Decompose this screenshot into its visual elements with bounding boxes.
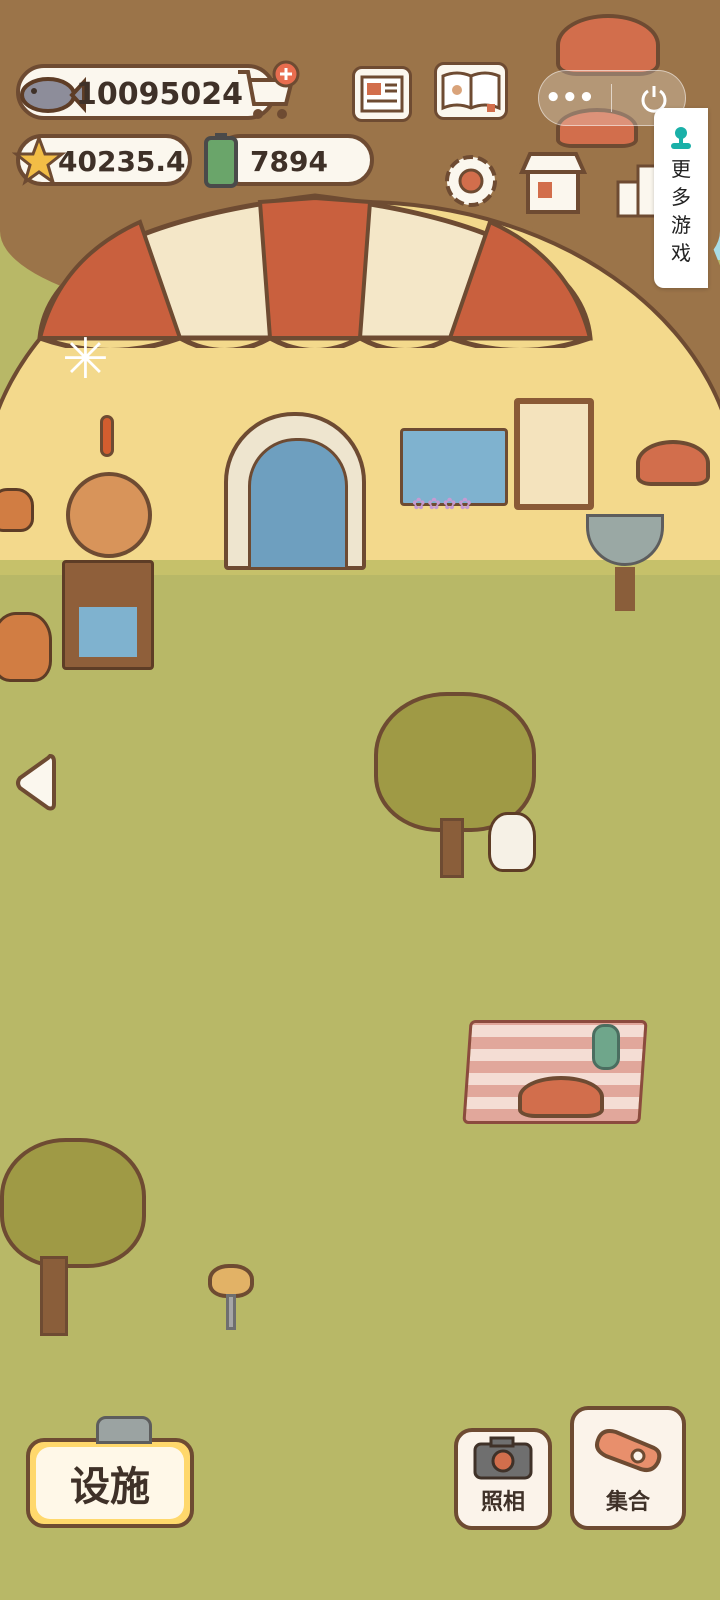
spider-web-icon: ✳ — [62, 327, 109, 392]
mushroom-decoration — [636, 440, 710, 486]
flower-vase-icon — [592, 1024, 620, 1070]
cooking-stand[interactable] — [62, 560, 154, 670]
orange-tree[interactable] — [0, 1138, 150, 1338]
house-door[interactable] — [224, 412, 366, 570]
more-games-tab[interactable]: 更 多 游 戏 — [654, 108, 708, 288]
whistle-icon — [592, 1422, 664, 1478]
more-games-char: 游 — [671, 213, 691, 237]
scroll-left-arrow-icon[interactable] — [14, 752, 58, 814]
paw-book-icon[interactable] — [434, 62, 508, 120]
photo-button[interactable]: 照相 — [454, 1428, 552, 1530]
star-counter: 40235.4 — [12, 134, 192, 186]
settings-gear-icon[interactable] — [440, 150, 502, 212]
facilities-label: 设施 — [70, 1464, 150, 1510]
tabby-cat[interactable] — [0, 488, 34, 532]
newspaper-icon[interactable] — [352, 66, 412, 122]
more-games-char: 戏 — [671, 241, 691, 265]
more-dots-icon[interactable]: ••• — [545, 78, 595, 118]
facilities-button[interactable]: 设施 — [26, 1416, 194, 1528]
store-icon[interactable] — [516, 148, 590, 216]
star-count: 40235.4 — [58, 145, 186, 178]
battery-icon — [198, 132, 244, 192]
game-scene: ✳ ✿✿✿✿ — [0, 0, 720, 1600]
camera-icon — [471, 1436, 535, 1480]
shop-cart-plus-icon[interactable] — [232, 60, 302, 122]
mushroom-decoration — [556, 14, 660, 76]
window-flowers: ✿✿✿✿ — [412, 494, 474, 513]
capsule-divider — [611, 84, 613, 112]
striped-awning — [37, 193, 593, 348]
gather-label: 集合 — [605, 1490, 650, 1515]
gather-button[interactable]: 集合 — [570, 1406, 686, 1530]
photo-label: 照相 — [480, 1490, 525, 1515]
clipboard-clip-icon — [96, 1416, 152, 1444]
gramophone-icon[interactable] — [66, 472, 152, 558]
tabby-cat[interactable] — [0, 612, 52, 682]
more-games-char: 多 — [671, 185, 691, 209]
battery-counter: 7894 — [204, 133, 374, 188]
sapling — [204, 1264, 260, 1332]
joystick-icon — [667, 124, 695, 152]
battery-count: 7894 — [250, 145, 328, 178]
exclamation-alert-icon[interactable] — [100, 415, 114, 457]
fish-count: 10095024 — [76, 77, 243, 112]
menu-board[interactable] — [514, 398, 594, 510]
white-cat[interactable] — [488, 812, 536, 872]
more-games-char: 更 — [671, 157, 691, 181]
mushroom-stool[interactable] — [518, 1076, 604, 1118]
